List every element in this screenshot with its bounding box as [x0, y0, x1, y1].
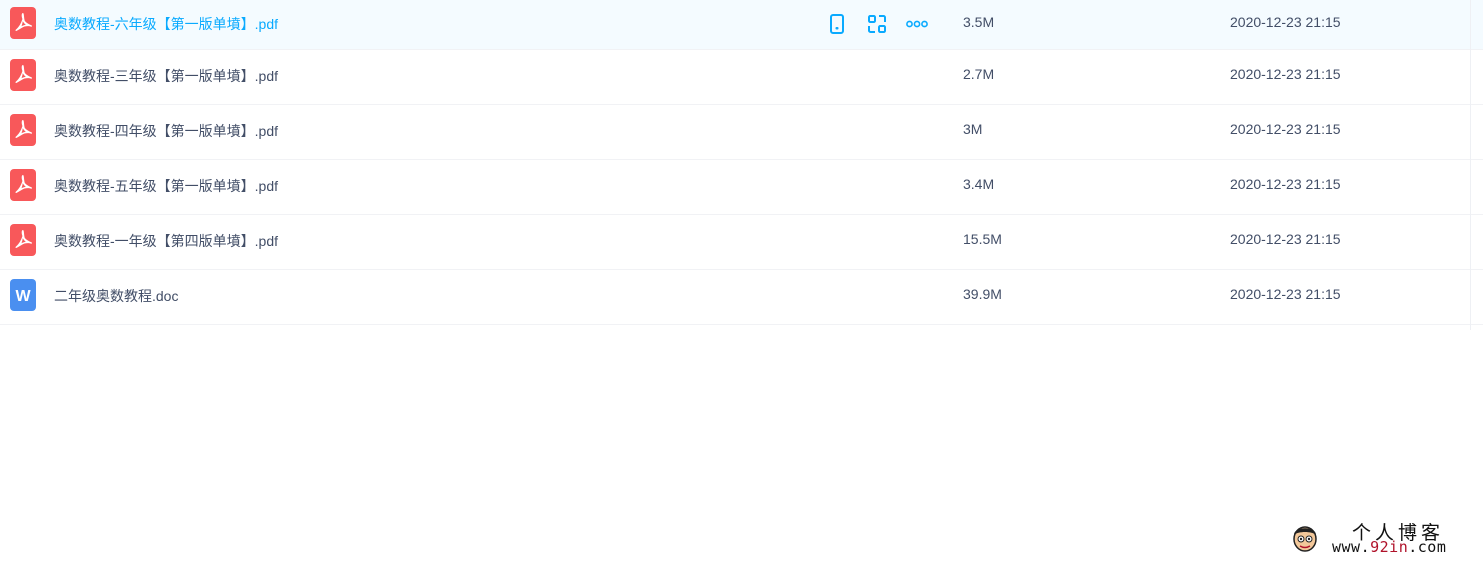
file-row[interactable]: W 二年级奥数教程.doc 39.9M 2020-12-23 21:15: [0, 270, 1483, 325]
file-list: 奥数教程-六年级【第一版单墳】.pdf 3.5M 2020-12-23 21:1…: [0, 0, 1483, 325]
row-actions: [826, 13, 928, 35]
watermark-url-accent: 92in: [1370, 538, 1409, 556]
file-date: 2020-12-23 21:15: [1230, 121, 1341, 137]
file-name-link[interactable]: 奥数教程-一年级【第四版单墳】.pdf: [54, 231, 278, 251]
watermark-url-suffix: .com: [1408, 538, 1447, 556]
pdf-file-icon: [10, 169, 36, 201]
watermark-url: www.92in.com: [1332, 538, 1446, 556]
file-date: 2020-12-23 21:15: [1230, 286, 1341, 302]
file-size: 3M: [963, 121, 983, 137]
file-size: 3.5M: [963, 14, 995, 30]
file-row[interactable]: 奥数教程-三年级【第一版单墳】.pdf 2.7M 2020-12-23 21:1…: [0, 50, 1483, 105]
pdf-file-icon: [10, 59, 36, 91]
file-name-link[interactable]: 奥数教程-五年级【第一版单墳】.pdf: [54, 176, 278, 196]
file-date: 2020-12-23 21:15: [1230, 66, 1341, 82]
pdf-file-icon: [10, 7, 36, 39]
watermark-url-prefix: www.: [1332, 538, 1371, 556]
file-name-link[interactable]: 奥数教程-三年级【第一版单墳】.pdf: [54, 66, 278, 86]
file-name-link[interactable]: 二年级奥数教程.doc: [54, 286, 178, 306]
file-name-link[interactable]: 奥数教程-四年级【第一版单墳】.pdf: [54, 121, 278, 141]
file-date: 2020-12-23 21:15: [1230, 231, 1341, 247]
pdf-file-icon: [10, 114, 36, 146]
file-row[interactable]: 奥数教程-一年级【第四版单墳】.pdf 15.5M 2020-12-23 21:…: [0, 215, 1483, 270]
file-size: 3.4M: [963, 176, 995, 192]
file-row[interactable]: 奥数教程-五年级【第一版单墳】.pdf 3.4M 2020-12-23 21:1…: [0, 160, 1483, 215]
file-size: 39.9M: [963, 286, 1002, 302]
word-icon-letter: W: [15, 288, 31, 305]
cartoon-face-logo-icon: [1290, 522, 1320, 554]
share-icon[interactable]: [866, 13, 888, 35]
file-size: 15.5M: [963, 231, 1002, 247]
pdf-file-icon: [10, 224, 36, 256]
watermark: 个人博客 www.92in.com: [1290, 518, 1465, 558]
file-size: 2.7M: [963, 66, 995, 82]
file-row[interactable]: 奥数教程-四年级【第一版单墳】.pdf 3M 2020-12-23 21:15: [0, 105, 1483, 160]
more-icon[interactable]: [906, 13, 928, 35]
file-name-link[interactable]: 奥数教程-六年级【第一版单墳】.pdf: [54, 14, 278, 34]
word-file-icon: W: [10, 279, 36, 311]
file-row[interactable]: 奥数教程-六年级【第一版单墳】.pdf 3.5M 2020-12-23 21:1…: [0, 0, 1483, 50]
file-date: 2020-12-23 21:15: [1230, 14, 1341, 30]
vertical-scrollbar[interactable]: [1470, 0, 1483, 330]
file-date: 2020-12-23 21:15: [1230, 176, 1341, 192]
mobile-icon[interactable]: [826, 13, 848, 35]
